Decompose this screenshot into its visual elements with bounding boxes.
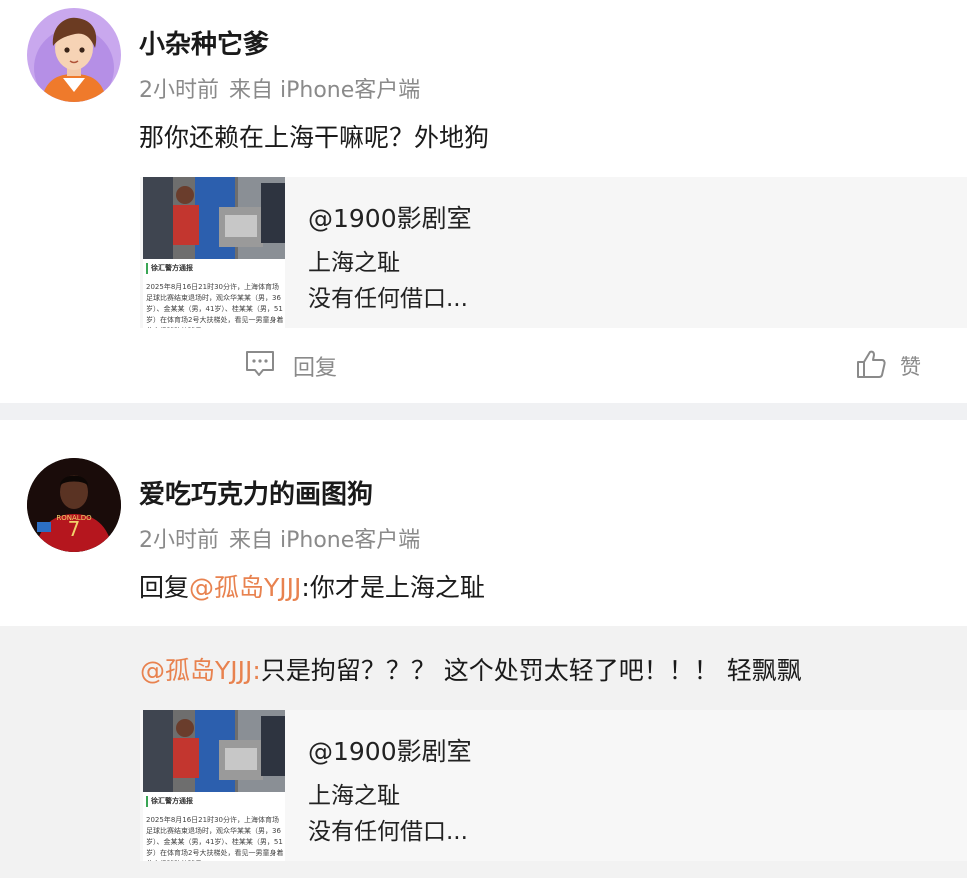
card-author[interactable]: @1900影剧室 [308, 732, 472, 768]
weibo-repost-card[interactable]: 徐汇警方通报 2025年8月16日21时30分许，上海体育场足球比赛结束退场时，… [140, 177, 967, 328]
avatar[interactable]: 7 RONALDO [27, 458, 121, 552]
quoted-text: @孤岛YJJJ:只是拘留？？？ 这个处罚太轻了吧！！！ 轻飘飘 [140, 651, 802, 687]
timestamp: 2小时前 [139, 528, 219, 553]
thumbnail-text: 徐汇警方通报 2025年8月16日21时30分许，上海体育场足球比赛结束退场时，… [146, 796, 284, 861]
username[interactable]: 小杂种它爹 [139, 24, 269, 61]
card-thumbnail: 徐汇警方通报 2025年8月16日21时30分许，上海体育场足球比赛结束退场时，… [143, 177, 285, 328]
quoted-comment[interactable]: @孤岛YJJJ:只是拘留？？？ 这个处罚太轻了吧！！！ 轻飘飘 徐汇警方通报 2… [0, 626, 967, 878]
comment-meta: 2小时前 来自 iPhone客户端 [139, 522, 420, 554]
comment-text: 回复@孤岛YJJJ:你才是上海之耻 [139, 568, 485, 604]
comment-item: 小杂种它爹 2小时前 来自 iPhone客户端 那你还赖在上海干嘛呢？外地狗 徐… [0, 0, 967, 403]
like-button[interactable]: 赞 [856, 348, 921, 384]
comment-separator [0, 403, 967, 420]
thumbnail-photo [143, 710, 285, 792]
avatar[interactable] [27, 8, 121, 102]
like-label: 赞 [900, 355, 921, 379]
svg-text:RONALDO: RONALDO [56, 514, 92, 522]
thumbs-up-icon [856, 349, 886, 383]
card-subtitle: 没有任何借口... [308, 286, 468, 312]
comment-bubble-icon [245, 350, 275, 382]
thumbnail-text: 徐汇警方通报 2025年8月16日21时30分许，上海体育场足球比赛结束退场时，… [146, 263, 284, 328]
comment-actions: 回复 赞 [0, 328, 967, 403]
comment-text: 那你还赖在上海干嘛呢？外地狗 [139, 123, 490, 152]
thumbnail-heading: 徐汇警方通报 [146, 263, 284, 274]
thumbnail-body: 2025年8月16日21时30分许，上海体育场足球比赛结束退场时，观众华某某（男… [146, 816, 284, 861]
card-subtitle: 没有任何借口... [308, 819, 468, 845]
comment-item: 7 RONALDO 爱吃巧克力的画图狗 2小时前 来自 iPhone客户端 回复@… [0, 420, 967, 878]
thumbnail-body: 2025年8月16日21时30分许，上海体育场足球比赛结束退场时，观众华某某（男… [146, 283, 284, 328]
card-title: 上海之耻 [308, 250, 400, 276]
client-source: 来自 iPhone客户端 [229, 528, 421, 553]
card-title: 上海之耻 [308, 783, 400, 809]
card-thumbnail: 徐汇警方通报 2025年8月16日21时30分许，上海体育场足球比赛结束退场时，… [143, 710, 285, 861]
reply-label: 回复 [293, 356, 338, 381]
card-author[interactable]: @1900影剧室 [308, 199, 472, 235]
weibo-repost-card[interactable]: 徐汇警方通报 2025年8月16日21时30分许，上海体育场足球比赛结束退场时，… [140, 710, 967, 861]
username[interactable]: 爱吃巧克力的画图狗 [139, 474, 373, 511]
comment-meta: 2小时前 来自 iPhone客户端 [139, 72, 420, 104]
thumbnail-heading: 徐汇警方通报 [146, 796, 284, 807]
timestamp: 2小时前 [139, 78, 219, 103]
reply-button[interactable]: 回复 [245, 348, 337, 384]
mention-link[interactable]: @孤岛YJJJ: [140, 656, 261, 685]
reply-prefix: 回复 [139, 573, 190, 602]
mention-link[interactable]: @孤岛YJJJ [189, 573, 301, 602]
quoted-body: 只是拘留？？？ 这个处罚太轻了吧！！！ 轻飘飘 [260, 656, 802, 685]
client-source: 来自 iPhone客户端 [229, 78, 421, 103]
thumbnail-photo [143, 177, 285, 259]
reply-body: :你才是上海之耻 [301, 573, 485, 602]
